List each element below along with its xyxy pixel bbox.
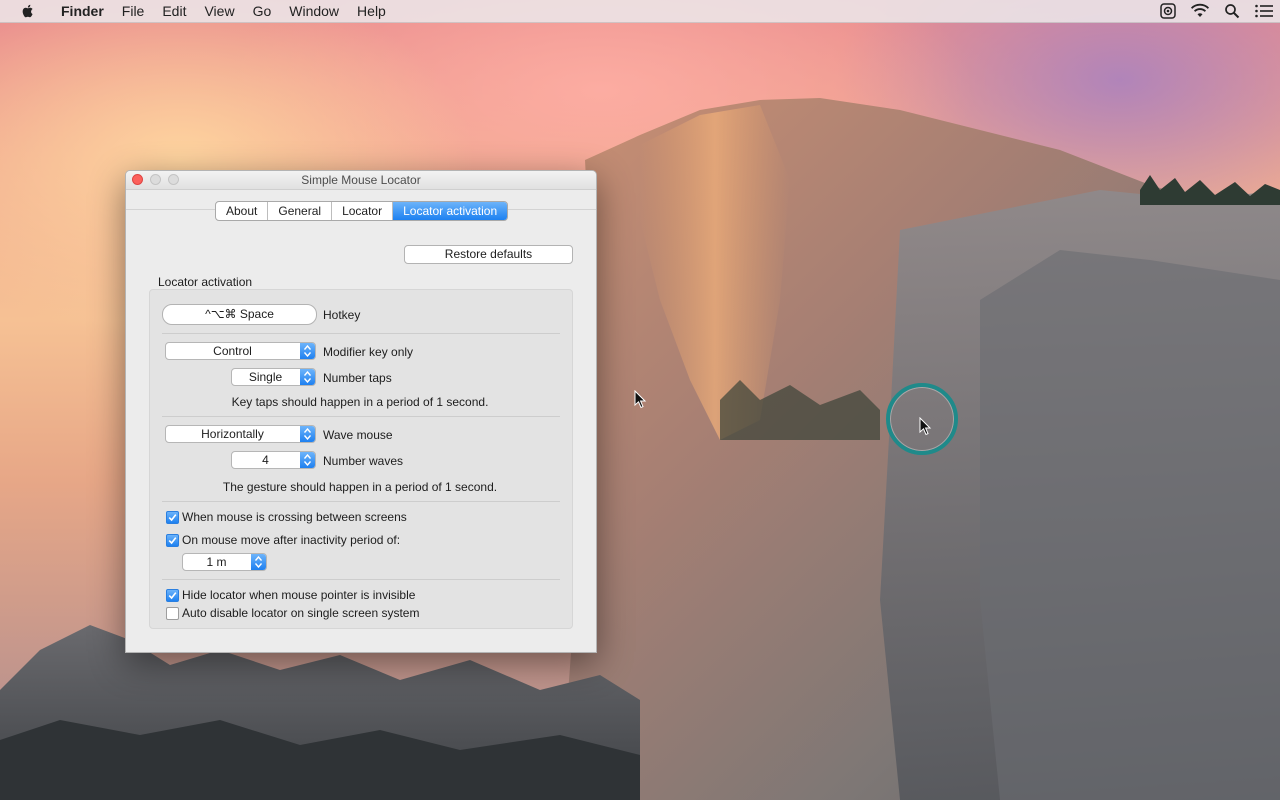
notification-center-icon[interactable] <box>1253 2 1275 20</box>
number-waves-value: 4 <box>262 453 269 467</box>
number-taps-value: Single <box>248 370 283 384</box>
hotkey-label: Hotkey <box>323 308 361 322</box>
menu-bar: Finder File Edit View Go Window Help <box>0 0 1280 23</box>
locator-cursor-icon <box>919 417 932 436</box>
spotlight-icon[interactable] <box>1221 2 1243 20</box>
apple-icon[interactable] <box>20 3 36 19</box>
screen-record-icon[interactable] <box>1157 2 1179 20</box>
menu-go[interactable]: Go <box>244 0 281 22</box>
tab-about[interactable]: About <box>216 202 269 220</box>
number-waves-popup[interactable]: 4 <box>231 451 316 469</box>
wave-mouse-value: Horizontally <box>201 427 264 441</box>
inactivity-checkbox[interactable] <box>166 534 179 547</box>
wave-mouse-label: Wave mouse <box>323 428 393 442</box>
menu-file[interactable]: File <box>113 0 154 22</box>
hide-invisible-label[interactable]: Hide locator when mouse pointer is invis… <box>182 588 415 602</box>
hotkey-recorder[interactable]: ^⌥⌘ Space <box>162 304 317 325</box>
inactivity-period-popup[interactable]: 1 m <box>182 553 267 571</box>
stepper-arrows-icon <box>251 554 266 570</box>
taps-note: Key taps should happen in a period of 1 … <box>231 395 489 409</box>
checkmark-icon <box>168 514 177 522</box>
preferences-window: Simple Mouse Locator About General Locat… <box>125 170 597 653</box>
section-title: Locator activation <box>158 275 253 289</box>
arrow-cursor-icon <box>634 390 647 409</box>
stepper-arrows-icon <box>300 369 315 385</box>
waves-note: The gesture should happen in a period of… <box>222 480 498 494</box>
separator <box>162 416 560 417</box>
modifier-key-value: Control <box>213 344 252 358</box>
menu-extras <box>1152 0 1280 22</box>
wave-mouse-popup[interactable]: Horizontally <box>165 425 316 443</box>
tab-bar: About General Locator Locator activation <box>215 201 509 221</box>
wifi-icon[interactable] <box>1189 2 1211 20</box>
menu-edit[interactable]: Edit <box>153 0 195 22</box>
number-taps-popup[interactable]: Single <box>231 368 316 386</box>
window-title: Simple Mouse Locator <box>301 173 421 187</box>
menu-help[interactable]: Help <box>348 0 395 22</box>
number-waves-label: Number waves <box>323 454 404 468</box>
stepper-arrows-icon <box>300 343 315 359</box>
modifier-key-label: Modifier key only <box>323 345 414 359</box>
activation-group: ^⌥⌘ Space Hotkey Control Modifier key on… <box>149 289 573 629</box>
stepper-arrows-icon <box>300 452 315 468</box>
hide-invisible-checkbox[interactable] <box>166 589 179 602</box>
tab-general[interactable]: General <box>268 202 333 220</box>
number-taps-label: Number taps <box>323 371 392 385</box>
separator <box>162 579 560 580</box>
menu-window[interactable]: Window <box>280 0 348 22</box>
separator <box>162 333 560 334</box>
separator <box>162 501 560 502</box>
checkmark-icon <box>168 537 177 545</box>
auto-disable-label[interactable]: Auto disable locator on single screen sy… <box>182 606 419 620</box>
title-bar[interactable]: Simple Mouse Locator <box>126 171 596 190</box>
crossing-screens-checkbox[interactable] <box>166 511 179 524</box>
stepper-arrows-icon <box>300 426 315 442</box>
inactivity-period-value: 1 m <box>206 555 227 569</box>
checkmark-icon <box>168 592 177 600</box>
crossing-screens-label[interactable]: When mouse is crossing between screens <box>182 510 407 524</box>
menu-view[interactable]: View <box>195 0 243 22</box>
tab-locator-activation[interactable]: Locator activation <box>393 202 508 220</box>
inactivity-label[interactable]: On mouse move after inactivity period of… <box>182 533 400 547</box>
restore-defaults-button[interactable]: Restore defaults <box>404 245 573 264</box>
menu-finder[interactable]: Finder <box>52 0 113 22</box>
auto-disable-checkbox[interactable] <box>166 607 179 620</box>
modifier-key-popup[interactable]: Control <box>165 342 316 360</box>
tab-locator[interactable]: Locator <box>332 202 394 220</box>
